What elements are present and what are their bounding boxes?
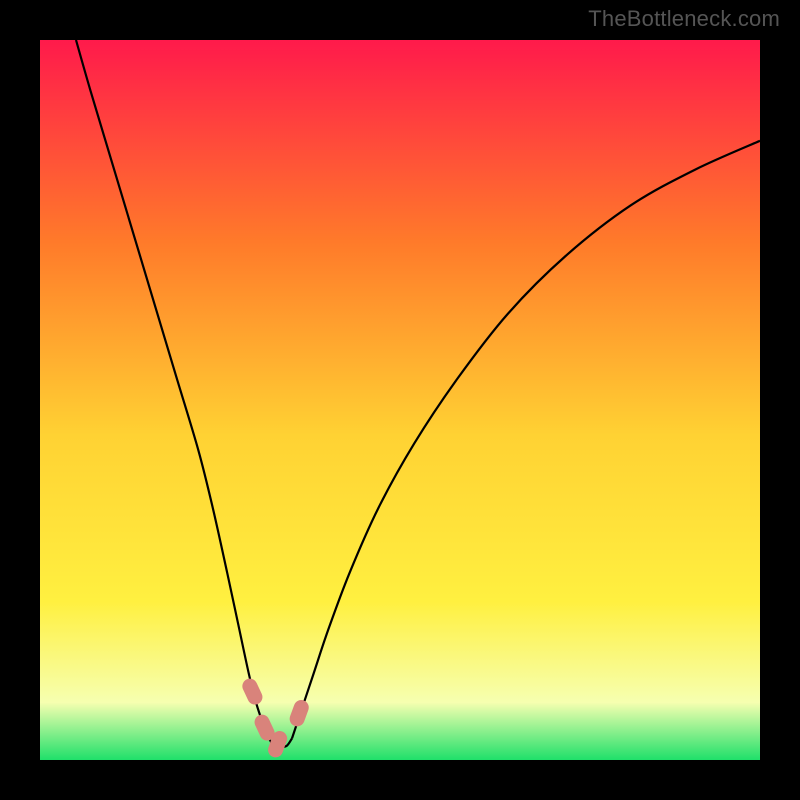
plot-area bbox=[40, 40, 760, 760]
gradient-background bbox=[40, 40, 760, 760]
watermark-text: TheBottleneck.com bbox=[588, 6, 780, 32]
chart-svg bbox=[40, 40, 760, 760]
chart-stage: TheBottleneck.com bbox=[0, 0, 800, 800]
